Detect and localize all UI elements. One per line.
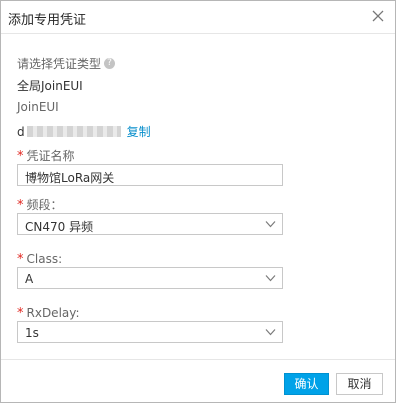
joineui-value-row: d 复制 [17, 121, 151, 140]
dialog: 添加专用凭证 请选择凭证类型? 全局JoinEUI JoinEUI d 复制 * 凭… [0, 0, 396, 403]
chevron-down-icon [265, 275, 276, 282]
name-label: 凭证名称 [26, 149, 75, 163]
close-icon[interactable] [371, 9, 385, 23]
rxdelay-label-row: * RxDelay: [17, 302, 80, 321]
class-label-row: * Class: [17, 248, 62, 267]
dialog-header: 添加专用凭证 [1, 1, 395, 34]
help-icon[interactable]: ? [104, 58, 116, 69]
cancel-button[interactable]: 取消 [336, 373, 383, 395]
dialog-footer: 确认 取消 [1, 359, 395, 403]
joineui-value: d [17, 125, 25, 139]
chevron-down-icon [265, 329, 276, 336]
rxdelay-select-value: 1s [25, 326, 39, 340]
name-input-value: 博物馆LoRa网关 [25, 171, 115, 185]
band-select-value: CN470 异频 [25, 220, 94, 234]
required-mark: * [17, 149, 24, 164]
required-mark: * [17, 252, 24, 267]
rxdelay-label: RxDelay: [26, 306, 80, 320]
name-label-row: * 凭证名称 [17, 145, 75, 164]
joineui-label: JoinEUI [17, 100, 59, 114]
required-mark: * [17, 198, 24, 213]
class-select-value: A [25, 272, 34, 286]
band-select[interactable]: CN470 异频 [17, 213, 283, 235]
chevron-down-icon [265, 221, 276, 228]
copy-link[interactable]: 复制 [127, 125, 151, 139]
confirm-button[interactable]: 确认 [284, 373, 329, 395]
credential-type-label: 请选择凭证类型 [17, 57, 102, 71]
band-label: 频段： [26, 198, 63, 212]
dialog-title: 添加专用凭证 [8, 13, 87, 28]
rxdelay-select[interactable]: 1s [17, 321, 283, 343]
class-select[interactable]: A [17, 267, 283, 289]
required-mark: * [17, 306, 24, 321]
class-label: Class: [26, 252, 63, 266]
credential-type-value: 全局JoinEUI [17, 79, 83, 93]
band-label-row: * 频段： [17, 194, 63, 213]
name-input[interactable]: 博物馆LoRa网关 [17, 164, 283, 186]
masked-value [26, 126, 121, 137]
credential-type-label-row: 请选择凭证类型? [17, 53, 116, 72]
